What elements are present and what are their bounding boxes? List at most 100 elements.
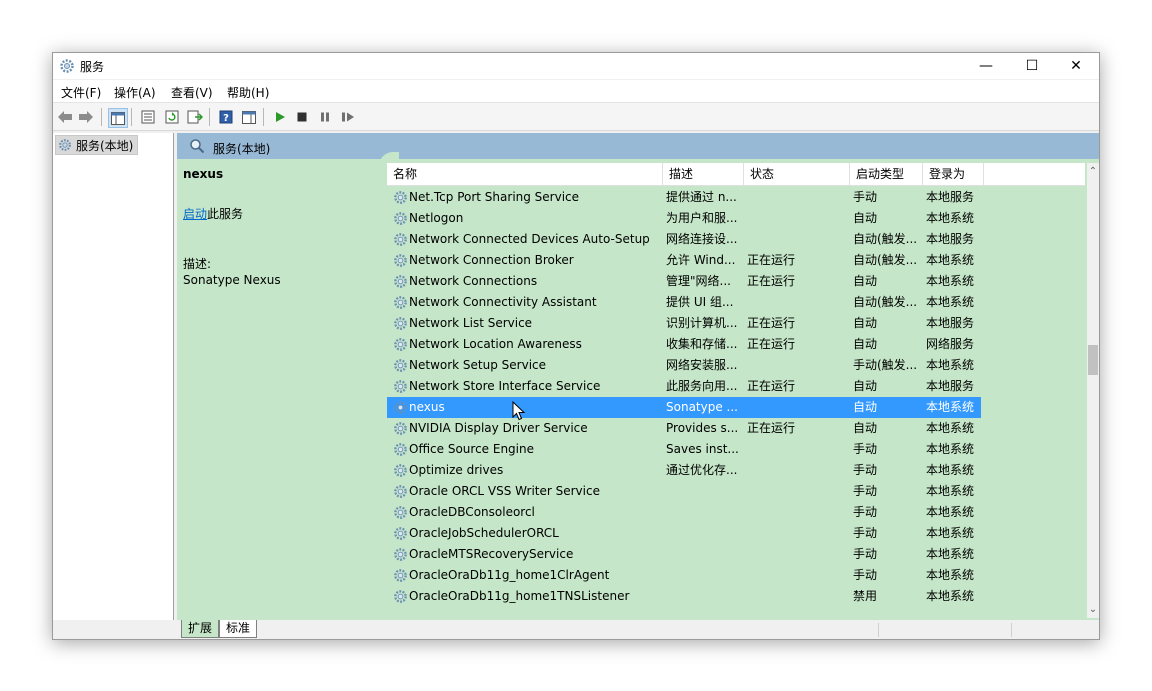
play-icon	[276, 112, 285, 122]
column-header-log-on-as[interactable]: 登录为	[923, 163, 984, 185]
start-service-link[interactable]: 启动	[183, 207, 207, 221]
cell-status	[747, 586, 847, 607]
cell-status	[747, 229, 847, 250]
cell-name: Netlogon	[409, 211, 464, 225]
cell-status	[747, 292, 847, 313]
services-gear-icon	[59, 139, 71, 151]
back-button[interactable]	[56, 108, 74, 126]
cell-log-on-as: 本地系统	[926, 526, 975, 540]
stop-icon	[297, 112, 307, 122]
service-gear-icon	[393, 337, 408, 355]
export-list-button[interactable]	[186, 108, 204, 126]
cell-name: OracleDBConsoleorcl	[409, 505, 535, 519]
table-row[interactable]: Network Setup Service 网络安装服... 手动(触发... 本地系…	[387, 355, 981, 376]
cell-startup-type: 手动	[853, 463, 878, 477]
service-gear-icon	[393, 211, 408, 229]
cell-description	[666, 481, 744, 502]
cell-description	[666, 502, 744, 523]
service-gear-icon	[393, 316, 408, 334]
show-action-pane-button[interactable]	[240, 108, 258, 126]
table-row[interactable]: Network Connection Broker 允许 Wind... 正在运行 自…	[387, 250, 981, 271]
table-row[interactable]: Office Source Engine Saves inst... 手动 本地系统	[387, 439, 981, 460]
service-gear-icon	[393, 295, 408, 313]
cell-description: 为用户和服...	[666, 211, 738, 225]
export-icon	[187, 110, 203, 124]
menu-action[interactable]: 操作(A)	[114, 84, 156, 101]
cell-name: OracleMTSRecoveryService	[409, 547, 574, 561]
scroll-down-icon[interactable]: ⌄	[1087, 604, 1099, 615]
column-header-description[interactable]: 描述	[663, 163, 744, 185]
services-list[interactable]: ^ 名称 描述 状态 启动类型 登录为 Net.Tcp Port Sharing…	[387, 163, 1085, 618]
cell-status	[747, 460, 847, 481]
cell-status: 正在运行	[747, 421, 796, 435]
help-button[interactable]: ?	[217, 108, 235, 126]
resume-service-button[interactable]	[339, 108, 357, 126]
service-gear-icon	[393, 253, 408, 271]
service-gear-icon	[393, 463, 408, 481]
cell-startup-type: 手动	[853, 484, 878, 498]
cell-status	[747, 502, 847, 523]
table-row[interactable]: Netlogon 为用户和服... 自动 本地系统	[387, 208, 981, 229]
column-header-status[interactable]: 状态	[744, 163, 850, 185]
refresh-button[interactable]	[163, 108, 181, 126]
scrollbar-thumb[interactable]	[1088, 345, 1098, 375]
table-row[interactable]: Network Connected Devices Auto-Setup 网络连接…	[387, 229, 981, 250]
properties-button[interactable]	[139, 108, 157, 126]
table-row[interactable]: Optimize drives 通过优化存... 手动 本地系统	[387, 460, 981, 481]
cell-startup-type: 自动	[853, 274, 878, 288]
vertical-scrollbar[interactable]: ⌃ ⌄	[1087, 163, 1099, 618]
main-header-title: 服务(本地)	[213, 142, 271, 156]
toolbar: ?	[53, 103, 1099, 131]
menu-file[interactable]: 文件(F)	[61, 84, 101, 101]
cell-log-on-as: 本地系统	[926, 211, 975, 225]
cell-name: OracleJobSchedulerORCL	[409, 526, 559, 540]
service-gear-icon	[393, 274, 408, 292]
table-row[interactable]: OracleOraDb11g_home1TNSListener 禁用 本地系统	[387, 586, 981, 607]
cell-status	[747, 208, 847, 229]
table-row[interactable]: Network List Service 识别计算机... 正在运行 自动 本地服务	[387, 313, 981, 334]
table-row[interactable]: Network Connectivity Assistant 提供 UI 组...…	[387, 292, 981, 313]
cell-description: 提供 UI 组...	[666, 295, 734, 309]
start-service-button[interactable]	[271, 108, 289, 126]
menu-view[interactable]: 查看(V)	[171, 84, 213, 101]
refresh-icon	[165, 110, 179, 124]
cell-status	[747, 397, 847, 418]
service-gear-icon	[393, 526, 408, 544]
table-row[interactable]: Network Connections 管理"网络... 正在运行 自动 本地系统	[387, 271, 981, 292]
service-gear-icon	[393, 358, 408, 376]
column-header-name[interactable]: 名称	[387, 163, 663, 185]
table-row[interactable]: Network Store Interface Service 此服务向用... 正…	[387, 376, 981, 397]
service-gear-icon	[393, 568, 408, 586]
resume-icon	[342, 112, 354, 122]
cell-status: 正在运行	[747, 316, 796, 330]
table-row[interactable]: OracleDBConsoleorcl 手动 本地系统	[387, 502, 981, 523]
menu-help[interactable]: 帮助(H)	[227, 84, 269, 101]
table-row[interactable]: OracleJobSchedulerORCL 手动 本地系统	[387, 523, 981, 544]
tree-item-services-local[interactable]: 服务(本地)	[55, 135, 139, 155]
services-main-pane: 服务(本地) nexus 启动此服务 描述: Sonatype Nexus ^ …	[177, 133, 1099, 620]
table-row[interactable]: nexus Sonatype ... 自动 本地系统	[387, 397, 981, 418]
title-bar: 服务 — ☐ ✕	[53, 53, 1099, 79]
column-header-startup-type[interactable]: 启动类型	[850, 163, 923, 185]
table-row[interactable]: OracleOraDb11g_home1ClrAgent 手动 本地系统	[387, 565, 981, 586]
magnifier-icon	[189, 138, 205, 157]
stop-service-button[interactable]	[293, 108, 311, 126]
cell-startup-type: 手动	[853, 442, 878, 456]
close-button[interactable]: ✕	[1053, 53, 1099, 79]
cell-startup-type: 手动	[853, 190, 878, 204]
table-row[interactable]: Net.Tcp Port Sharing Service 提供通过 n... 手动 本…	[387, 187, 981, 208]
cell-status	[747, 544, 847, 565]
minimize-button[interactable]: —	[963, 53, 1009, 79]
forward-button[interactable]	[77, 108, 95, 126]
cell-startup-type: 禁用	[853, 589, 878, 603]
table-row[interactable]: OracleMTSRecoveryService 手动 本地系统	[387, 544, 981, 565]
cell-name: Network Connection Broker	[409, 253, 574, 267]
table-row[interactable]: Oracle ORCL VSS Writer Service 手动 本地系统	[387, 481, 981, 502]
maximize-button[interactable]: ☐	[1009, 53, 1055, 79]
scroll-up-icon[interactable]: ⌃	[1087, 166, 1099, 177]
table-row[interactable]: NVIDIA Display Driver Service Provides s.…	[387, 418, 981, 439]
cell-startup-type: 自动	[853, 316, 878, 330]
table-row[interactable]: Network Location Awareness 收集和存储... 正在运行 自动…	[387, 334, 981, 355]
show-hide-console-tree-button[interactable]	[108, 108, 128, 128]
pause-service-button[interactable]	[316, 108, 334, 126]
